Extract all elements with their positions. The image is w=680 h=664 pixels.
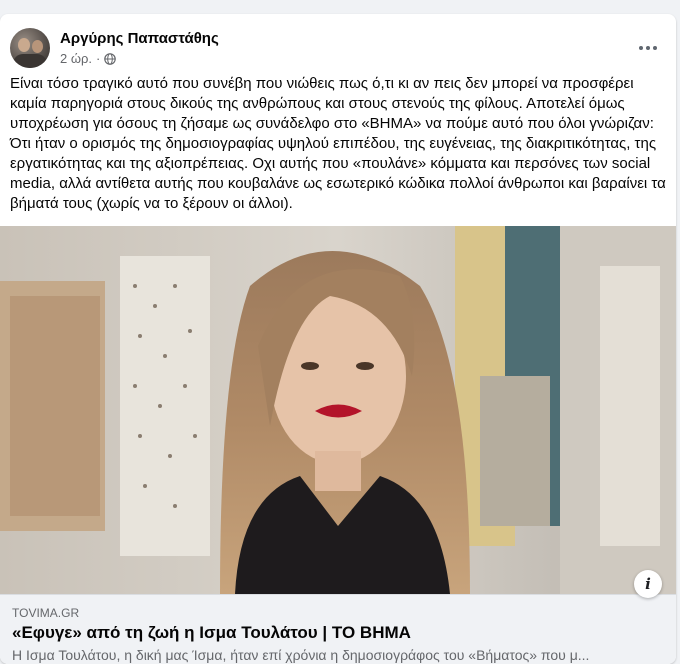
author-name[interactable]: Αργύρης Παπαστάθης xyxy=(60,30,219,47)
link-domain: TOVIMA.GR xyxy=(12,606,80,620)
post-meta: 2 ώρ. · xyxy=(60,51,117,66)
globe-icon[interactable] xyxy=(104,52,117,65)
post-header: Αργύρης Παπαστάθης 2 ώρ. · xyxy=(10,28,666,68)
post-text: Είναι τόσο τραγικό αυτό που συνέβη που ν… xyxy=(10,75,666,212)
avatar[interactable] xyxy=(10,28,50,68)
meta-separator: · xyxy=(96,51,101,66)
link-description: Η Ισμα Τουλάτου, η δική μας Ίσμα, ήταν ε… xyxy=(12,647,590,663)
link-title[interactable]: «Εφυγε» από τη ζωή η Ισμα Τουλάτου | ΤΟ … xyxy=(12,623,411,643)
post-time[interactable]: 2 ώρ. xyxy=(60,51,92,66)
more-horizontal-icon xyxy=(639,46,643,50)
more-options-button[interactable] xyxy=(632,34,664,62)
portrait-photo xyxy=(0,226,676,594)
link-preview-image[interactable] xyxy=(0,226,676,594)
link-preview-info[interactable]: TOVIMA.GR «Εφυγε» από τη ζωή η Ισμα Τουλ… xyxy=(0,594,676,664)
info-icon: i xyxy=(645,575,651,593)
post-card: Αργύρης Παπαστάθης 2 ώρ. · Είναι τόσο τρ… xyxy=(0,14,676,664)
info-button[interactable]: i xyxy=(634,570,662,598)
